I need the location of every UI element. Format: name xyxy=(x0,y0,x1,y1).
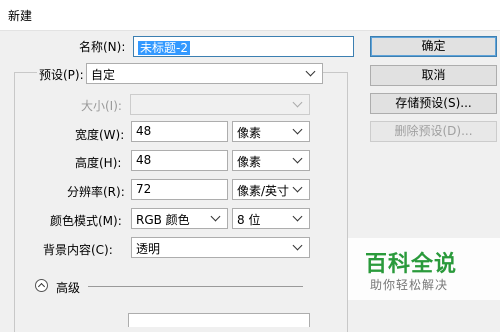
window-title: 新建 xyxy=(8,9,33,23)
width-unit-value: 像素 xyxy=(237,126,262,140)
height-unit-select[interactable]: 像素 xyxy=(232,150,310,171)
size-select xyxy=(130,94,310,115)
chevron-down-icon xyxy=(292,124,303,135)
preset-label: 预设(P): xyxy=(37,66,86,83)
save-preset-button[interactable]: 存储预设(S)... xyxy=(370,93,497,114)
advanced-divider xyxy=(88,286,303,287)
background-label: 背景内容(C): xyxy=(43,243,113,257)
watermark-subtitle: 助你轻松解决 xyxy=(370,278,449,292)
chevron-down-icon xyxy=(292,211,303,222)
resolution-input[interactable]: 72 xyxy=(131,179,228,200)
height-input[interactable]: 48 xyxy=(131,150,228,171)
background-value: 透明 xyxy=(136,242,161,256)
background-select[interactable]: 透明 xyxy=(131,237,310,258)
resolution-label: 分辨率(R): xyxy=(67,185,125,199)
size-label: 大小(I): xyxy=(81,99,122,113)
color-mode-value: RGB 颜色 xyxy=(136,213,190,227)
preset-select[interactable]: 自定 xyxy=(86,63,323,84)
color-mode-label: 颜色模式(M): xyxy=(50,214,122,228)
chevron-up-icon xyxy=(37,282,46,291)
advanced-toggle[interactable] xyxy=(35,279,48,292)
watermark-title: 百科全说 xyxy=(365,252,458,277)
bit-depth-select[interactable]: 8 位 xyxy=(232,208,310,229)
preset-value: 自定 xyxy=(91,68,116,82)
chevron-down-icon xyxy=(305,66,316,77)
watermark: 百科全说 助你轻松解决 xyxy=(348,238,500,300)
cancel-button[interactable]: 取消 xyxy=(370,65,497,86)
chevron-down-icon xyxy=(210,211,221,222)
width-unit-select[interactable]: 像素 xyxy=(232,121,310,142)
name-value: 未标题-2 xyxy=(138,41,190,55)
advanced-label: 高级 xyxy=(56,281,81,295)
height-label: 高度(H): xyxy=(75,156,122,170)
resolution-value: 72 xyxy=(136,182,152,196)
height-unit-value: 像素 xyxy=(237,155,262,169)
color-mode-select[interactable]: RGB 颜色 xyxy=(131,208,228,229)
resolution-unit-select[interactable]: 像素/英寸 xyxy=(232,179,310,200)
name-label: 名称(N): xyxy=(79,40,126,54)
resolution-unit-value: 像素/英寸 xyxy=(237,184,290,198)
bit-depth-value: 8 位 xyxy=(237,213,261,227)
chevron-down-icon xyxy=(292,97,303,108)
height-value: 48 xyxy=(136,153,152,167)
name-input[interactable]: 未标题-2 xyxy=(133,36,354,57)
width-input[interactable]: 48 xyxy=(131,121,228,142)
ok-button[interactable]: 确定 xyxy=(370,36,497,57)
chevron-down-icon xyxy=(292,182,303,193)
width-value: 48 xyxy=(136,124,152,138)
partial-field[interactable] xyxy=(128,313,310,327)
chevron-down-icon xyxy=(292,240,303,251)
chevron-down-icon xyxy=(292,153,303,164)
delete-preset-button: 删除预设(D)... xyxy=(370,121,497,142)
width-label: 宽度(W): xyxy=(75,128,125,142)
title-bar[interactable]: 新建 xyxy=(0,0,500,31)
